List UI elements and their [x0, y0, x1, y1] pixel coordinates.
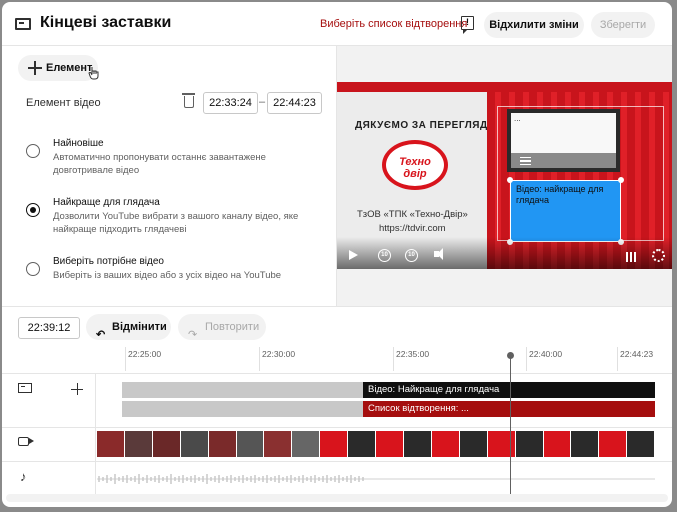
- option-description: Дозволити YouTube вибрати з вашого канал…: [53, 211, 299, 235]
- radio-latest[interactable]: [26, 144, 40, 158]
- edit-toolbar: 22:39:12 ↶ Відмінити ↷ Повторити: [2, 306, 672, 344]
- option-title: Найкраще для глядача: [53, 197, 160, 208]
- ruler-label: 22:40:00: [529, 349, 563, 359]
- redo-button[interactable]: ↷ Повторити: [178, 314, 266, 341]
- thanks-text: ДЯКУЄМО ЗА ПЕРЕГЛЯД: [355, 120, 488, 131]
- forward-icon[interactable]: 10: [405, 249, 418, 262]
- add-element-label: Елемент: [46, 62, 93, 74]
- audio-track: ♪: [2, 461, 672, 494]
- menu-icon: [520, 157, 531, 165]
- grid-icon[interactable]: [626, 252, 636, 262]
- video-element-bar[interactable]: Відео: Найкраще для глядача: [363, 382, 655, 398]
- end-screen-track: Відео: Найкраще для глядача Список відтв…: [2, 373, 672, 427]
- video-camera-icon: [18, 437, 34, 446]
- start-time-input[interactable]: 22:33:24: [203, 92, 258, 114]
- player-controls: 10 10: [337, 237, 672, 269]
- timeline-scrollbar[interactable]: [6, 494, 668, 502]
- music-note-icon: ♪: [20, 469, 27, 484]
- company-logo: Техно двір: [382, 140, 448, 190]
- company-site: https://tdvir.com: [379, 223, 446, 234]
- radio-best-for-viewer[interactable]: [26, 203, 40, 217]
- option-description: Виберіть із ваших відео або з усіх відео…: [53, 270, 282, 281]
- undo-label: Відмінити: [112, 321, 167, 333]
- best-for-viewer-element[interactable]: Відео: найкраще для глядача: [510, 180, 621, 242]
- timeline: 22:25:00 22:30:00 22:35:00 22:40:00 22:4…: [2, 344, 672, 507]
- gear-icon[interactable]: [652, 249, 665, 262]
- end-time-input[interactable]: 22:44:23: [267, 92, 322, 114]
- redo-label: Повторити: [205, 321, 260, 333]
- trash-icon[interactable]: [182, 93, 195, 108]
- feedback-icon[interactable]: !: [461, 16, 474, 34]
- current-time-input[interactable]: 22:39:12: [18, 317, 80, 339]
- radio-choose-video[interactable]: [26, 262, 40, 276]
- video-filmstrip: [97, 431, 656, 457]
- end-screen-icon: [15, 18, 31, 30]
- end-screen-track-icon: [18, 383, 32, 393]
- plus-icon: [28, 61, 42, 75]
- option-description: Автоматично пропонувати останнє завантаж…: [53, 152, 266, 176]
- element-settings-panel: Елемент Елемент відео 22:33:24 – 22:44:2…: [2, 46, 336, 306]
- resize-handle-top-right[interactable]: [618, 177, 624, 183]
- save-button[interactable]: Зберегти: [591, 12, 655, 38]
- play-icon[interactable]: [349, 250, 358, 260]
- volume-icon[interactable]: [434, 248, 443, 260]
- audio-waveform: [97, 474, 655, 484]
- video-preview: ДЯКУЄМО ЗА ПЕРЕГЛЯД Техно двір ТзОВ «ТПК…: [337, 82, 672, 269]
- end-screen-video-element[interactable]: ...: [507, 109, 620, 172]
- best-element-text: Відео: найкраще для глядача: [516, 184, 604, 205]
- time-range-dash: –: [259, 96, 266, 108]
- company-name: ТзОВ «ТПК «Техно-Двір»: [357, 209, 468, 220]
- rewind-icon[interactable]: 10: [378, 249, 391, 262]
- ruler-label: 22:25:00: [128, 349, 162, 359]
- video-track: [2, 427, 672, 461]
- page-title: Кінцеві заставки: [40, 14, 172, 31]
- end-screen-dialog: Кінцеві заставки Виберіть список відтвор…: [2, 2, 672, 507]
- playlist-element-bar[interactable]: Список відтворення: ...: [363, 401, 655, 417]
- hand-cursor-icon: [88, 67, 99, 80]
- option-title: Найновіше: [53, 138, 104, 149]
- add-element-button[interactable]: Елемент: [18, 55, 98, 81]
- add-element-icon[interactable]: [71, 383, 83, 395]
- discard-changes-button[interactable]: Відхилити зміни: [484, 12, 584, 38]
- ruler-label: 22:35:00: [396, 349, 430, 359]
- ruler-label: 22:44:23: [620, 349, 654, 359]
- element-type-label: Елемент відео: [26, 97, 101, 109]
- resize-handle-top-left[interactable]: [507, 177, 513, 183]
- logo-text: Техно двір: [399, 156, 431, 180]
- option-title: Виберіть потрібне відео: [53, 256, 164, 267]
- ruler-label: 22:30:00: [262, 349, 296, 359]
- undo-button[interactable]: ↶ Відмінити: [86, 314, 171, 341]
- video-element-dots: ...: [514, 114, 521, 123]
- select-playlist-link[interactable]: Виберіть список відтворення: [320, 18, 467, 30]
- playhead[interactable]: [510, 354, 511, 494]
- dialog-header: Кінцеві заставки Виберіть список відтвор…: [2, 2, 672, 46]
